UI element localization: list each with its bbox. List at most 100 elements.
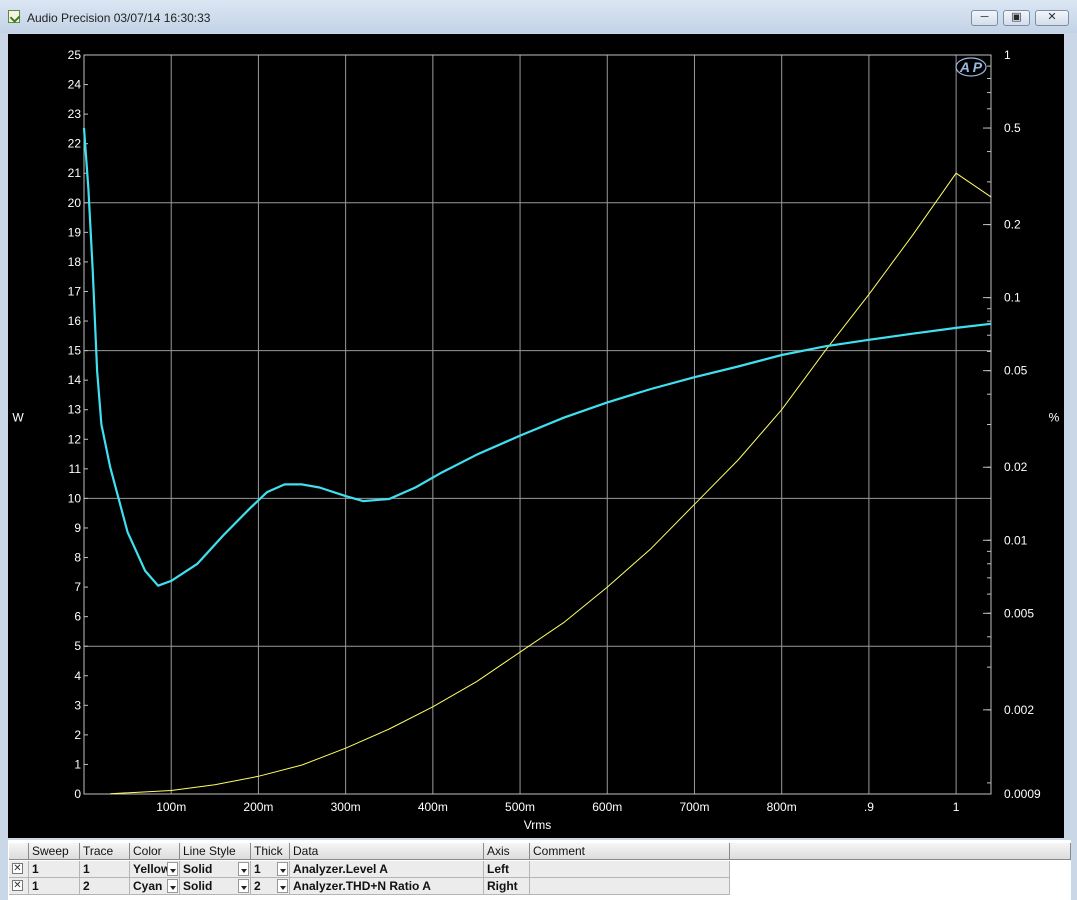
- y-left-tick-label: 16: [68, 314, 82, 328]
- x-tick-label: 500m: [505, 800, 535, 814]
- plot-frame-border: [83, 54, 992, 795]
- y-right-axis-label: %: [1049, 411, 1060, 425]
- y-left-tick-label: 10: [68, 491, 82, 505]
- axis-cell[interactable]: Right: [484, 878, 530, 895]
- x-tick-label: .9: [864, 800, 874, 814]
- color-select[interactable]: Cyan: [130, 878, 180, 895]
- trace-enable-checkbox[interactable]: ✕: [12, 863, 23, 874]
- y-left-tick-label: 25: [68, 48, 82, 62]
- line-style-select[interactable]: Solid: [180, 878, 251, 895]
- y-left-tick-label: 15: [68, 344, 82, 358]
- trace-enable-cell[interactable]: ✕: [9, 861, 29, 878]
- axis-cell[interactable]: Left: [484, 861, 530, 878]
- trace-cell[interactable]: 2: [80, 878, 130, 895]
- dropdown-arrow-icon[interactable]: [167, 862, 178, 876]
- line-style-select[interactable]: Solid: [180, 861, 251, 878]
- y-left-tick-label: 0: [74, 787, 81, 801]
- y-right-tick-label: 0.005: [1004, 606, 1034, 620]
- comment-cell[interactable]: [530, 861, 730, 878]
- y-left-tick-label: 2: [74, 728, 81, 742]
- x-tick-label: 1: [953, 800, 960, 814]
- column-header-axis[interactable]: Axis: [484, 843, 530, 860]
- column-header-color[interactable]: Color: [130, 843, 180, 860]
- y-right-tick-label: 1: [1004, 48, 1011, 62]
- y-left-tick-label: 14: [68, 373, 82, 387]
- dropdown-arrow-icon[interactable]: [277, 862, 288, 876]
- series-line-thdn: [82, 127, 992, 587]
- column-header-thick[interactable]: Thick: [251, 843, 290, 860]
- y-left-tick-label: 18: [68, 255, 82, 269]
- y-right-tick-label: 0.002: [1004, 703, 1034, 717]
- thick-value: 2: [254, 879, 261, 893]
- x-tick-label: 200m: [243, 800, 273, 814]
- graph-panel: 100m 200m 300m 400m 500m 600m 700m 800m .9 1 0 1 2 3 4…: [8, 34, 1064, 838]
- maximize-button[interactable]: ▣: [1003, 10, 1030, 26]
- y-left-tick-label: 8: [74, 551, 81, 565]
- color-select[interactable]: Yellow: [130, 861, 180, 878]
- y-right-tick-label: 0.2: [1004, 218, 1021, 232]
- minimize-icon: ─: [980, 11, 989, 23]
- column-header-data[interactable]: Data: [290, 843, 484, 860]
- maximize-icon: ▣: [1011, 11, 1022, 23]
- line-style-value: Solid: [183, 862, 213, 876]
- thick-select[interactable]: 2: [251, 878, 290, 895]
- y-left-tick-label: 6: [74, 610, 81, 624]
- y-right-tick-label: 0.5: [1004, 121, 1021, 135]
- x-tick-label: 300m: [331, 800, 361, 814]
- column-header-sweep[interactable]: Sweep: [29, 843, 80, 860]
- comment-cell[interactable]: [530, 878, 730, 895]
- data-cell[interactable]: Analyzer.THD+N Ratio A: [290, 878, 484, 895]
- column-header-comment[interactable]: Comment: [530, 843, 730, 860]
- y-left-tick-label: 17: [68, 284, 82, 298]
- trace-enable-cell[interactable]: ✕: [9, 878, 29, 895]
- dropdown-arrow-icon[interactable]: [238, 879, 249, 893]
- y-left-tick-label: 20: [68, 196, 82, 210]
- y-right-tick-label: 0.1: [1004, 291, 1021, 305]
- y-left-tick-label: 24: [68, 78, 82, 92]
- y-left-tick-label: 4: [74, 669, 81, 683]
- trace-cell[interactable]: 1: [80, 861, 130, 878]
- y-left-tick-label: 3: [74, 698, 81, 712]
- x-tick-label: 100m: [156, 800, 186, 814]
- x-tick-label: 700m: [679, 800, 709, 814]
- sweep-cell[interactable]: 1: [29, 878, 80, 895]
- window-title: Audio Precision 03/07/14 16:30:33: [27, 11, 211, 25]
- y-left-tick-label: 22: [68, 137, 82, 151]
- y-left-tick-label: 11: [69, 462, 82, 476]
- dropdown-arrow-icon[interactable]: [277, 879, 288, 893]
- x-tick-label: 800m: [767, 800, 797, 814]
- dropdown-arrow-icon[interactable]: [167, 879, 178, 893]
- x-tick-label: 600m: [592, 800, 622, 814]
- close-button[interactable]: ✕: [1035, 10, 1069, 26]
- minimize-button[interactable]: ─: [971, 10, 998, 26]
- y-left-axis-label: W: [12, 411, 24, 425]
- y-right-tick-label: 0.02: [1004, 460, 1028, 474]
- column-header-line-style[interactable]: Line Style: [180, 843, 251, 860]
- thick-select[interactable]: 1: [251, 861, 290, 878]
- dropdown-arrow-icon[interactable]: [238, 862, 249, 876]
- thick-value: 1: [254, 862, 261, 876]
- sweep-cell[interactable]: 1: [29, 861, 80, 878]
- y-right-tick-label: 0.05: [1004, 364, 1028, 378]
- y-left-tick-label: 19: [68, 225, 82, 239]
- column-header-trace[interactable]: Trace: [80, 843, 130, 860]
- trace-table: Sweep Trace Color Line Style Thick Data …: [8, 840, 1071, 900]
- y-left-tick-label: 23: [68, 107, 82, 121]
- color-value: Cyan: [133, 879, 163, 893]
- ap-logo-text: A P: [959, 59, 983, 75]
- graph-svg: 100m 200m 300m 400m 500m 600m 700m 800m .9 101234…: [12, 48, 1060, 832]
- close-icon: ✕: [1047, 11, 1057, 23]
- y-left-tick-label: 13: [68, 403, 82, 417]
- y-left-tick-label: 9: [74, 521, 81, 535]
- line-style-value: Solid: [183, 879, 213, 893]
- column-header-filler: [730, 843, 1071, 860]
- y-left-tick-label: 5: [74, 639, 81, 653]
- y-left-tick-label: 12: [68, 432, 82, 446]
- x-axis-label: Vrms: [524, 818, 552, 832]
- data-cell[interactable]: Analyzer.Level A: [290, 861, 484, 878]
- trace-enable-checkbox[interactable]: ✕: [12, 880, 23, 891]
- window-titlebar[interactable]: Audio Precision 03/07/14 16:30:33 ─ ▣ ✕: [0, 0, 1077, 33]
- y-left-tick-label: 1: [74, 757, 81, 771]
- header-checkbox-cell: [9, 843, 29, 860]
- y-left-tick-label: 7: [74, 580, 81, 594]
